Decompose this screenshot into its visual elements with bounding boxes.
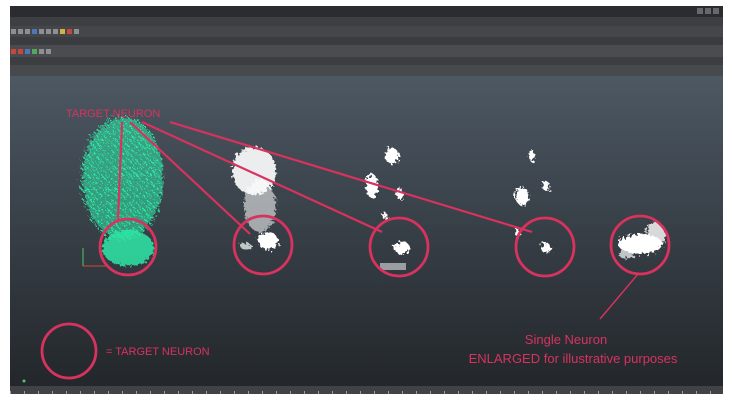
close-icon[interactable] [713,8,719,14]
grid-icon[interactable] [46,48,51,54]
minimize-icon[interactable] [697,8,703,14]
3d-viewport[interactable]: TARGET NEURON = TARGET NEURON Single Neu… [10,76,723,386]
panel-toolbar [10,65,723,76]
shelf-tool-icon[interactable] [18,48,23,54]
move-icon[interactable] [39,29,44,34]
select-icon[interactable] [32,29,37,34]
single-neuron-label: Single Neuron [525,332,607,347]
viewport-marker [380,263,406,270]
shelf-tool-icon[interactable] [25,48,30,54]
timeline-ticks [10,391,723,394]
menu-bar [10,17,723,26]
timeline-slider[interactable] [10,386,723,394]
viewport-scene: TARGET NEURON = TARGET NEURON Single Neu… [22,108,678,383]
shelf-tool-icon[interactable] [32,48,37,54]
app-window: TARGET NEURON = TARGET NEURON Single Neu… [10,6,723,394]
render-icon[interactable] [67,29,72,34]
rotate-icon[interactable] [46,29,51,34]
panel-menu-bar [10,57,723,65]
camera-icon[interactable] [74,29,79,34]
file-icon[interactable] [11,29,16,34]
enlarged-label: ENLARGED for illustrative purposes [469,351,678,366]
neuron-cloud-4 [515,150,551,253]
save-icon[interactable] [18,29,23,34]
origin-marker [22,379,26,383]
window-controls [697,8,719,14]
title-bar [10,6,723,17]
snap-icon[interactable] [60,29,65,34]
undo-icon[interactable] [25,29,30,34]
neuron-cloud-2 [232,147,278,250]
scale-icon[interactable] [53,29,58,34]
legend-circle [40,322,98,380]
shelf-tabs [10,37,723,45]
legend-label: = TARGET NEURON [106,346,210,358]
shelf-toolbar [10,45,723,57]
maximize-icon[interactable] [705,8,711,14]
leader-lines [116,120,533,235]
light-icon[interactable] [39,48,44,54]
status-line-toolbar [10,26,723,37]
enlarged-leader-line [599,273,639,320]
target-neuron-label: TARGET NEURON [66,108,160,120]
shelf-tool-icon[interactable] [11,48,16,54]
neuron-enlarged [618,222,666,258]
